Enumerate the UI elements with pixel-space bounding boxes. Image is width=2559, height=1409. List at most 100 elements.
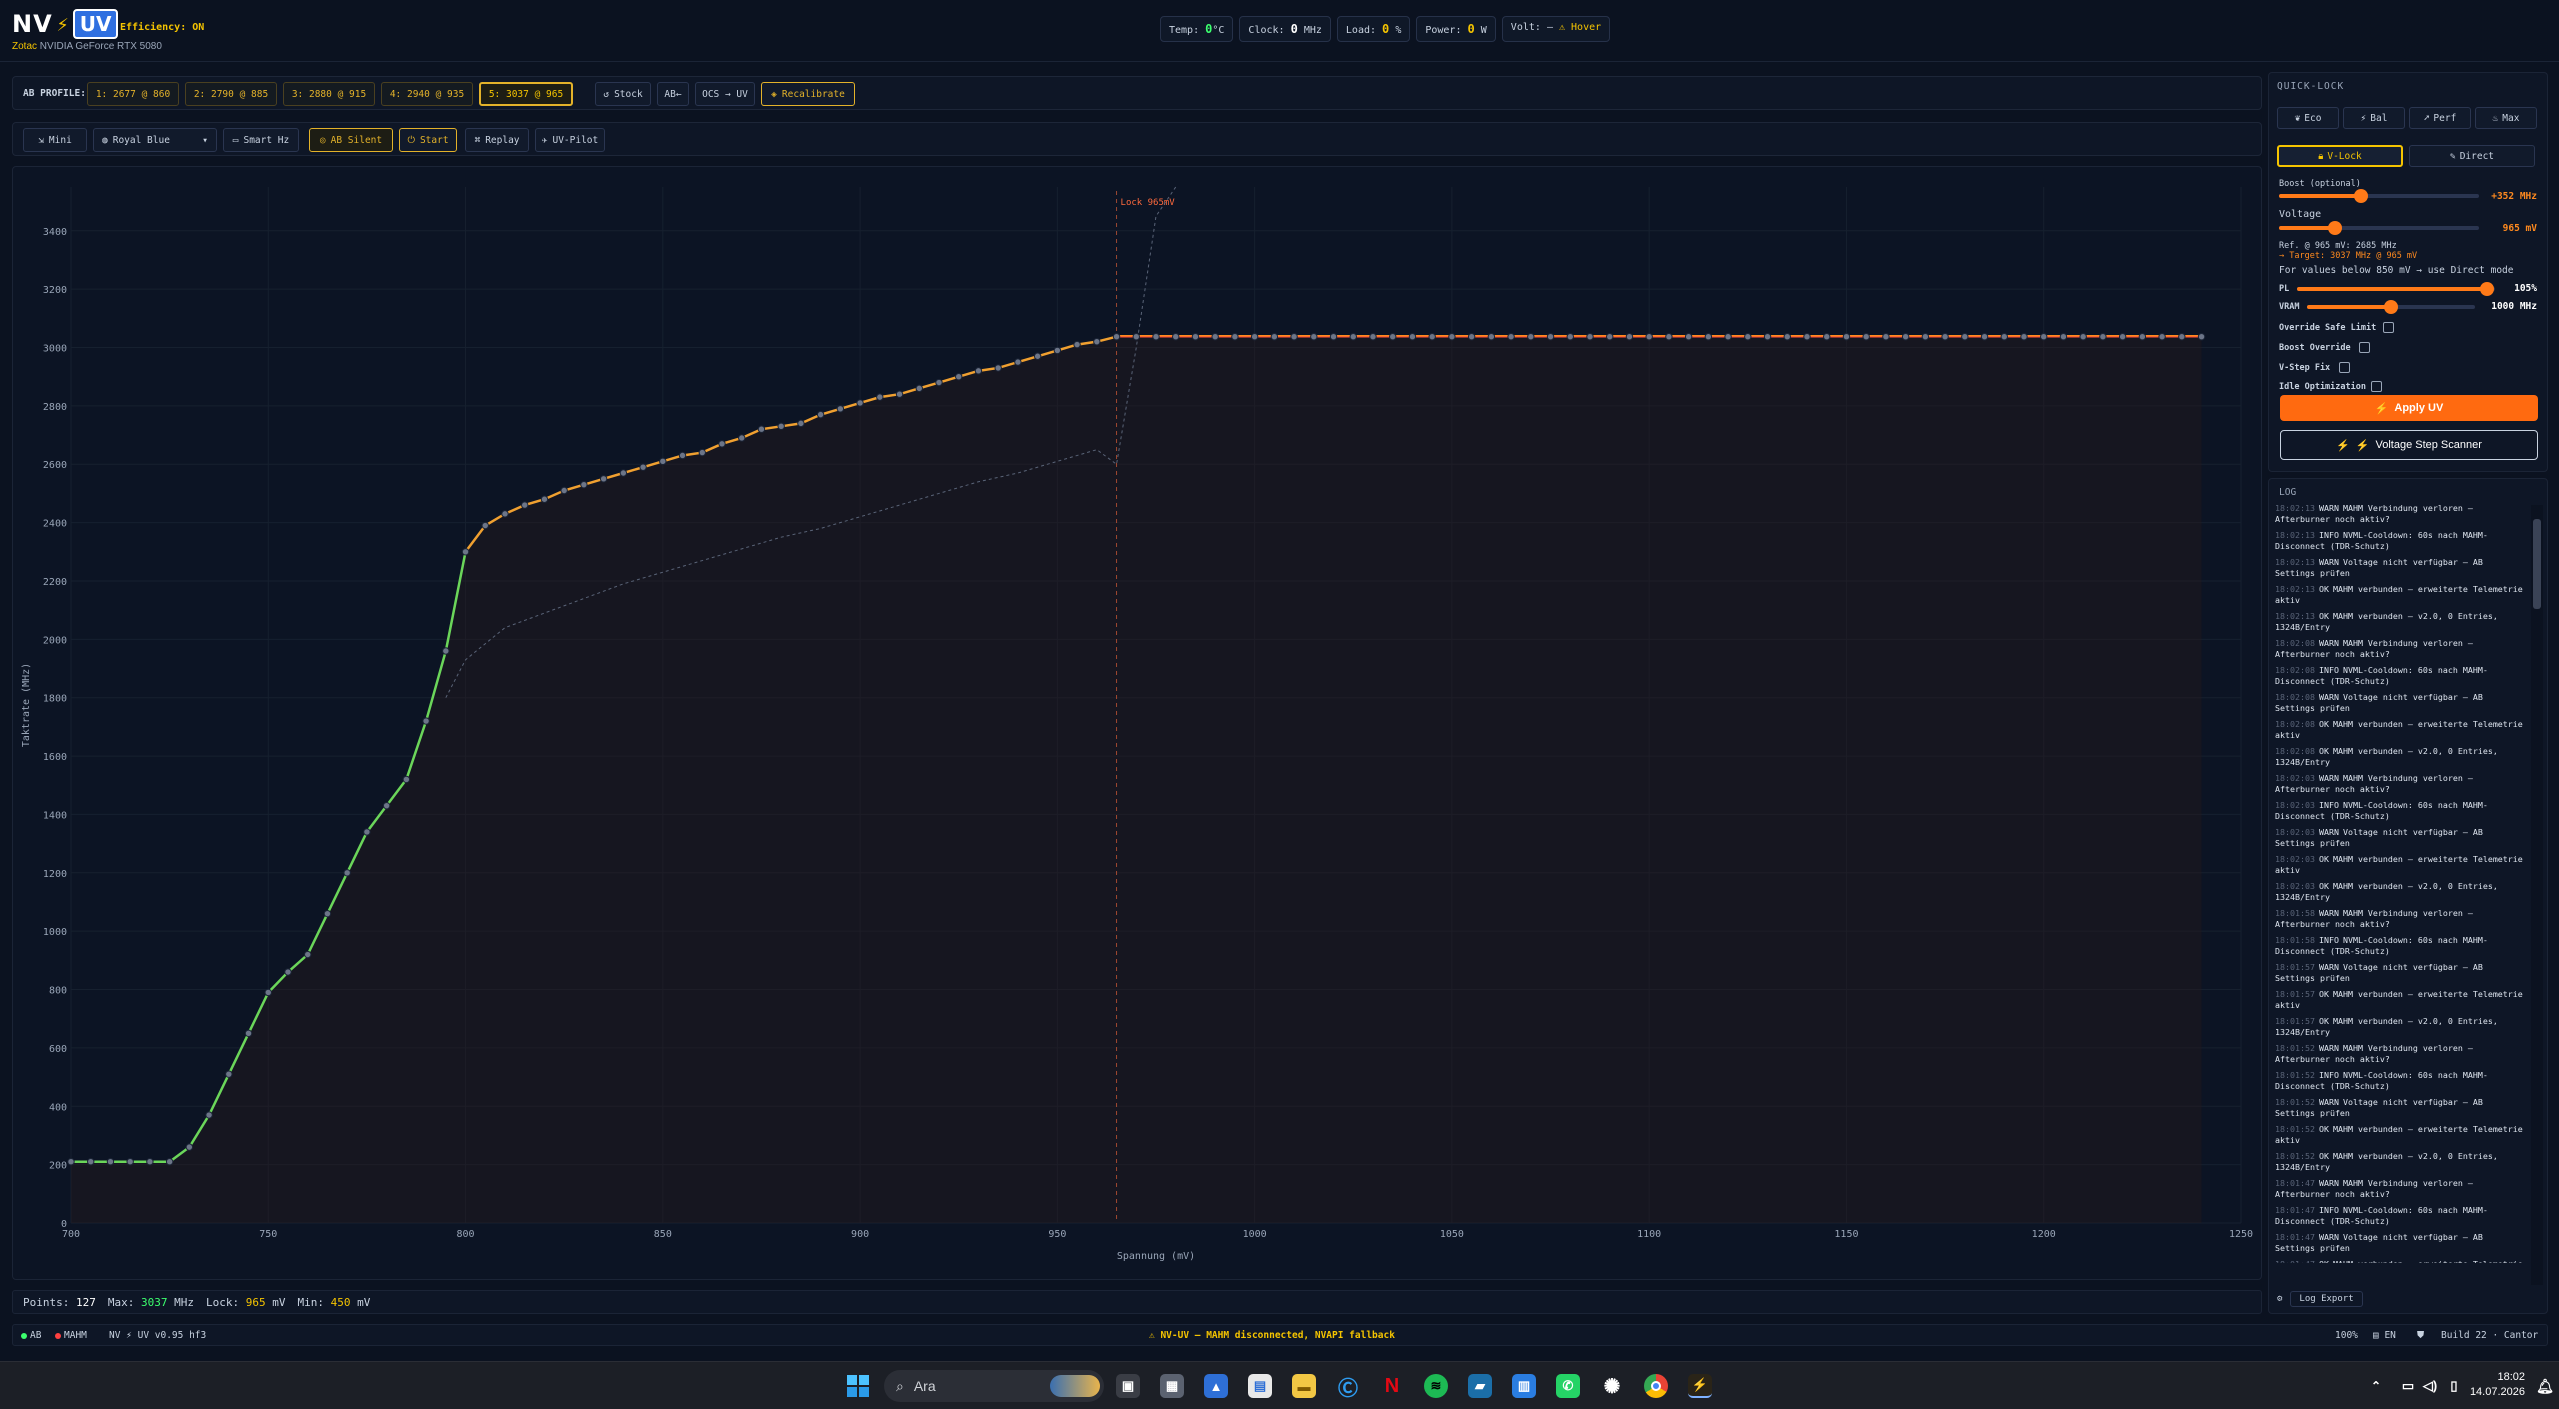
curve-point: [1389, 333, 1397, 341]
vlock-mode-button[interactable]: 🔒︎ V-Lock: [2277, 145, 2403, 167]
pl-knob[interactable]: [2480, 282, 2495, 296]
pl-slider[interactable]: [2297, 282, 2495, 296]
log-scrollbar[interactable]: [2531, 505, 2543, 1285]
vf-curve-chart[interactable]: Lock 965mV 700 750 800 850 900 950 1000 1050 110…: [12, 166, 2262, 1280]
curve-point: [816, 410, 825, 419]
replay-button[interactable]: ⌘ Replay: [465, 128, 529, 152]
min-label: Min:: [297, 1295, 324, 1309]
ab-arrow-button[interactable]: AB←: [657, 82, 689, 106]
vram-slider[interactable]: [2307, 300, 2475, 314]
profile-1-button[interactable]: 1: 2677 @ 860: [87, 82, 179, 106]
log-export-button[interactable]: Log Export: [2290, 1291, 2363, 1307]
log-time: 18:01:47: [2275, 1178, 2315, 1188]
zoom-level[interactable]: 100%: [2335, 1330, 2358, 1341]
uv-pilot-button[interactable]: ✈ UV-Pilot: [535, 128, 605, 152]
y-tick-label: 0: [61, 1219, 67, 1230]
profile-4-button[interactable]: 4: 2940 @ 935: [381, 82, 473, 106]
curve-point: [1369, 333, 1377, 341]
vstep-fix-checkbox[interactable]: [2339, 362, 2350, 373]
theme-select[interactable]: ◍ Royal Blue ▾: [93, 128, 217, 152]
smart-hz-button[interactable]: ▭ Smart Hz: [223, 128, 299, 152]
log-list[interactable]: 18:02:13 WARN MAHM Verbindung verloren — A…: [2275, 503, 2525, 1263]
boost-slider[interactable]: [2279, 189, 2479, 203]
curve-point: [1546, 333, 1555, 341]
nvuv-app-icon[interactable]: ⚡: [1688, 1374, 1712, 1398]
idle-opt-checkbox[interactable]: [2371, 381, 2382, 392]
bolt-icon: ⚡: [2360, 112, 2367, 124]
whatsapp-icon[interactable]: ✆: [1556, 1374, 1580, 1398]
log-scroll-thumb[interactable]: [2533, 519, 2541, 609]
curve-point: [1823, 333, 1831, 341]
curve-point: [1448, 333, 1456, 341]
chatgpt-icon[interactable]: ✺: [1600, 1374, 1624, 1398]
profile-5-button[interactable]: 5: 3037 @ 965: [479, 82, 573, 106]
ocs-uv-button[interactable]: OCS → UV: [695, 82, 755, 106]
preset-bal-button[interactable]: ⚡ Bal: [2343, 107, 2405, 129]
y-tick-label: 1200: [43, 869, 67, 880]
mini-button[interactable]: ⇲ Mini: [23, 128, 87, 152]
language-selector[interactable]: ▤ EN: [2373, 1330, 2396, 1341]
override-safe-checkbox[interactable]: [2383, 322, 2394, 333]
ab-silent-button[interactable]: ◎ AB Silent: [309, 128, 393, 152]
volume-icon[interactable]: ◁): [2420, 1374, 2440, 1398]
vram-fill: [2307, 305, 2391, 309]
mini-label: Mini: [48, 134, 72, 146]
folder-icon[interactable]: ▬: [1292, 1374, 1316, 1398]
chevron-up-icon[interactable]: ⌃: [2366, 1374, 2386, 1398]
curve-point: [876, 393, 884, 401]
pl-label: PL: [2279, 284, 2290, 294]
store-icon[interactable]: ▤: [1248, 1374, 1272, 1398]
voltage-label: Voltage: [2279, 209, 2322, 220]
y-tick-label: 600: [49, 1044, 67, 1055]
windows-start-icon[interactable]: [846, 1374, 870, 1398]
log-entry: 18:02:08 WARN MAHM Verbindung verloren — A…: [2275, 638, 2525, 660]
mahm-status-label: MAHM: [64, 1330, 87, 1341]
image-app-icon[interactable]: ▰: [1468, 1374, 1492, 1398]
ref-text: Ref. @ 965 mV: 2685 MHz: [2279, 241, 2397, 251]
log-entry: 18:02:08 OK MAHM verbunden — erweiterte Te…: [2275, 719, 2525, 741]
boost-override-checkbox[interactable]: [2359, 342, 2370, 353]
taskbar-search[interactable]: ⌕ Ara: [884, 1370, 1104, 1402]
efficiency-status: Efficiency: ON: [120, 22, 205, 33]
apply-uv-button[interactable]: ⚡ Apply UV: [2280, 395, 2538, 421]
voltage-step-scanner-button[interactable]: ⚡ ⚡ Voltage Step Scanner: [2280, 430, 2538, 460]
curve-point: [1980, 333, 1989, 341]
c-app-icon[interactable]: Ⓒ: [1336, 1374, 1360, 1400]
voltage-knob[interactable]: [2328, 221, 2342, 235]
curve-point: [1231, 333, 1239, 341]
direct-mode-button[interactable]: ✎ Direct: [2409, 145, 2535, 167]
netflix-icon[interactable]: N: [1380, 1374, 1404, 1398]
curve-point: [1349, 333, 1357, 341]
boost-knob[interactable]: [2354, 189, 2368, 203]
preset-max-button[interactable]: ♨ Max: [2475, 107, 2537, 129]
curve-point: [836, 405, 845, 413]
stock-button[interactable]: ↺ Stock: [595, 82, 651, 106]
chrome-icon[interactable]: [1644, 1374, 1668, 1398]
preset-perf-button[interactable]: ➚ Perf: [2409, 107, 2471, 129]
task-view-icon[interactable]: ▣: [1116, 1374, 1140, 1398]
stat-load-unit: %: [1395, 25, 1402, 36]
profile-2-button[interactable]: 2: 2790 @ 885: [185, 82, 277, 106]
profile-3-button[interactable]: 3: 2880 @ 915: [283, 82, 375, 106]
notification-bell-icon[interactable]: 🔔︎: [2535, 1374, 2555, 1398]
shield-icon: ⛊: [2417, 1330, 2425, 1341]
gear-icon[interactable]: ⚙: [2277, 1294, 2282, 1304]
stat-clock-value: 0: [1290, 22, 1298, 36]
taskbar-clock[interactable]: 18:02 14.07.2026: [2470, 1370, 2525, 1400]
preset-eco-button[interactable]: ❦ Eco: [2277, 107, 2339, 129]
start-button[interactable]: ⏻ Start: [399, 128, 457, 152]
vram-knob[interactable]: [2384, 300, 2398, 314]
photos-icon[interactable]: ▲: [1204, 1374, 1228, 1398]
recalibrate-button[interactable]: ◈ Recalibrate: [761, 82, 855, 106]
calendar-app-icon[interactable]: ▥: [1512, 1374, 1536, 1398]
stat-volt[interactable]: Volt: — ⚠ Hover: [1501, 16, 1611, 42]
chart-svg[interactable]: Lock 965mV 700 750 800 850 900 950 1000 1050 110…: [13, 167, 2263, 1281]
lock-value: 965: [245, 1295, 266, 1309]
battery-icon[interactable]: ▯: [2444, 1374, 2464, 1398]
spotify-icon[interactable]: ≋: [1424, 1374, 1448, 1398]
log-time: 18:02:13: [2275, 584, 2315, 594]
bolt-icon: ⚡: [2336, 439, 2350, 452]
calculator-icon[interactable]: ▦: [1160, 1374, 1184, 1398]
monitor-tray-icon[interactable]: ▭: [2398, 1374, 2418, 1398]
voltage-slider[interactable]: [2279, 221, 2479, 235]
